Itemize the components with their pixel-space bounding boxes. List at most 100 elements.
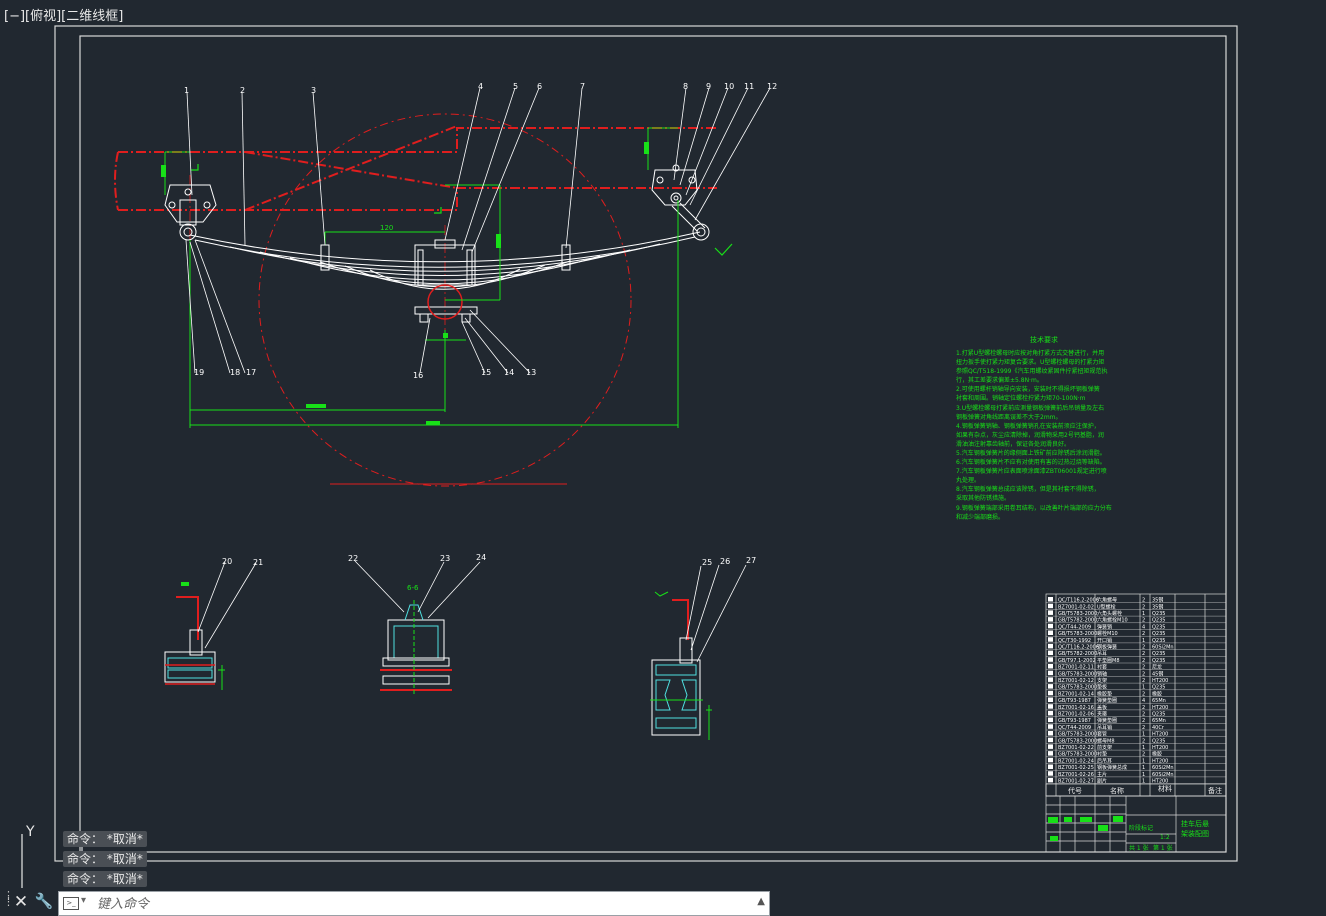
bom-cell: 1 — [1142, 772, 1145, 778]
bom-cell: BZ7001-02-27 — [1058, 779, 1094, 785]
bom-cell: 1 — [1142, 745, 1145, 751]
bom-cell: 60Si2Mn — [1152, 645, 1174, 651]
command-prompt-icon[interactable]: >_ — [63, 897, 79, 910]
bom-cell: 套管 — [1097, 731, 1107, 738]
bom-row-marker — [1048, 643, 1053, 649]
bom-cell: GB/T97.1-2002 — [1058, 658, 1096, 664]
balloon-23: 23 — [440, 554, 450, 563]
bom-cell: 2 — [1142, 752, 1145, 758]
bom-cell: 主片 — [1097, 771, 1107, 778]
scale: 1:2 — [1160, 834, 1170, 841]
bom-header-code: 代号 — [1068, 786, 1082, 795]
tech-title: 技术要求 — [1030, 335, 1058, 344]
dimensions — [164, 127, 679, 428]
bom-row-marker — [1048, 630, 1053, 635]
tech-line: 丸处理。 — [956, 476, 980, 484]
bom-cell: BZ7001-02-26 — [1058, 772, 1094, 778]
tech-line: 6.汽车钢板弹簧片不应有对使用有害的过热过烧等缺陷。 — [956, 458, 1106, 466]
bom-cell: 螺母M8 — [1097, 737, 1115, 744]
bom-cell: 2 — [1142, 604, 1145, 610]
bom-cell: 夹箍 — [1097, 711, 1107, 718]
bom-cell: 2 — [1142, 738, 1145, 744]
balloon-27: 27 — [746, 556, 756, 565]
bom-cell: BZ7001-02-14 — [1058, 691, 1094, 697]
balloon-14: 14 — [504, 368, 514, 377]
bom-cell: GB/T5783-2000 — [1058, 611, 1097, 617]
bom-row-marker — [1048, 731, 1053, 736]
leader-lines — [185, 87, 771, 374]
bom-row-marker — [1048, 623, 1053, 629]
bom-cell: GB/T5783-2000 — [1058, 685, 1097, 691]
bom-cell: 4 — [1142, 698, 1145, 704]
wrench-icon[interactable]: 🔧 — [34, 892, 54, 912]
bom-row-marker — [1048, 597, 1053, 602]
bom-cell: 35钢 — [1152, 597, 1163, 604]
bom-header-name: 名称 — [1110, 786, 1124, 795]
bom-cell: 2 — [1142, 658, 1145, 664]
bom-cell: 衬垫 — [1097, 751, 1107, 758]
bom-cell: GB/T5782-2000 — [1058, 651, 1097, 657]
tech-line: 扭力扳手使打紧力矩复合要求。U型螺栓螺母的打紧力矩 — [956, 358, 1104, 366]
bom-row-marker — [1048, 764, 1053, 769]
bom-cell: HT200 — [1152, 705, 1168, 711]
bom-cell: HT200 — [1152, 779, 1168, 785]
bom-row-marker — [1048, 610, 1053, 615]
drawing-title-l2: 架装配图 — [1181, 829, 1209, 838]
bom-cell: 开口销 — [1097, 637, 1112, 644]
front-hanger — [164, 184, 217, 241]
viewport-controls[interactable]: [−][俯视][二维线框] — [4, 5, 123, 24]
bom-cell: 1 — [1142, 638, 1145, 644]
bom-cell: 弹簧垫圈 — [1097, 717, 1117, 724]
command-history-line: 命令： *取消* — [63, 871, 147, 887]
bom-cell: 橡胶 — [1152, 751, 1162, 758]
balloon-10: 10 — [724, 82, 734, 91]
balloon-5: 5 — [513, 82, 518, 91]
bom-cell: 六角螺母 — [1097, 597, 1117, 604]
bom-cell: QC/T44-2009 — [1058, 624, 1091, 630]
bom-cell: 2 — [1142, 725, 1145, 731]
command-input[interactable] — [95, 894, 749, 914]
bom-cell: GB/T93-1987 — [1058, 698, 1091, 704]
sheet-count: 共 1 张 — [1129, 844, 1149, 852]
bom-cell: 橡胶 — [1152, 690, 1162, 697]
detail-view-front — [164, 561, 257, 690]
bom-cell: 副片 — [1097, 778, 1107, 785]
bom-row-marker — [1048, 724, 1053, 729]
bom-cell: BZ7001-02-22 — [1058, 745, 1094, 751]
bom-cell: Q235 — [1152, 658, 1165, 664]
grip-handle-icon[interactable]: ⋮ ⋮ — [3, 890, 14, 911]
bom-cell: 2 — [1142, 631, 1145, 637]
bom-row-marker — [1048, 697, 1053, 702]
bom-cell: 弹簧销 — [1097, 623, 1112, 630]
bom-row-marker — [1048, 617, 1053, 622]
bom-cell: 前支架 — [1097, 744, 1112, 751]
tech-line: 3.U型螺栓螺母打紧前应测量钢板弹簧前后吊销量及左右 — [956, 404, 1104, 412]
bom-cell: BZ7001-02-16 — [1058, 705, 1094, 711]
ucs-icon: Y — [14, 822, 44, 896]
bom-cell: Q235 — [1152, 624, 1165, 630]
bom-header-material: 材料 — [1158, 784, 1172, 793]
chevron-up-icon[interactable]: ▲ — [757, 896, 765, 907]
bom-cell: 销轴 — [1097, 670, 1107, 677]
bom-cell: 2 — [1142, 671, 1145, 677]
tech-line: 7.汽车钢板弹簧片应表面喷涂面漆ZBT06001规定进行喷 — [956, 467, 1107, 475]
command-input-box[interactable]: >_ ▾ ▲ — [58, 891, 770, 916]
close-icon[interactable]: ✕ — [13, 892, 29, 912]
bom-cell: 橡胶垫 — [1097, 690, 1112, 697]
drawing-canvas[interactable]: 120 1 2 3 4 5 6 7 8 9 10 11 12 13 14 15 … — [0, 0, 1326, 916]
balloon-7: 7 — [580, 82, 585, 91]
bom-cell: 六角头螺栓 — [1097, 610, 1122, 617]
bom-cell: 吊耳销 — [1097, 724, 1112, 731]
bom-header-remark: 备注 — [1208, 786, 1222, 795]
bom-cell: Q235 — [1152, 712, 1165, 718]
bom-cell: Q235 — [1152, 611, 1165, 617]
bom-cell: 1 — [1142, 779, 1145, 785]
bom-cell: 钢板弹簧总成 — [1097, 764, 1127, 771]
chevron-down-icon[interactable]: ▾ — [81, 895, 86, 906]
bom-cell: 1 — [1142, 732, 1145, 738]
bom-cell: HT200 — [1152, 732, 1168, 738]
balloon-13: 13 — [526, 368, 536, 377]
bom-cell: GB/T5783-2000 — [1058, 631, 1097, 637]
bom-cell: 垫板 — [1097, 684, 1107, 691]
bom-cell: 1 — [1142, 685, 1145, 691]
